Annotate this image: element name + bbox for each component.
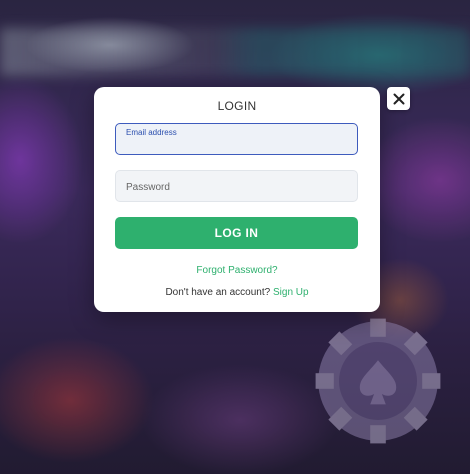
close-icon <box>393 93 404 104</box>
email-label: Email address <box>126 128 177 137</box>
poker-chip-spade-icon <box>315 318 441 444</box>
no-account-text: Don't have an account? <box>165 287 271 298</box>
close-button[interactable] <box>387 87 410 110</box>
password-field[interactable] <box>115 170 358 202</box>
login-modal: LOGIN Email address LOG IN Forgot Passwo… <box>94 87 380 312</box>
signup-row: Don't have an account? Sign Up <box>94 287 380 298</box>
email-field[interactable]: Email address <box>115 123 358 155</box>
email-input[interactable] <box>126 138 347 152</box>
blurred-banner <box>0 28 470 76</box>
modal-title: LOGIN <box>217 99 257 113</box>
login-button[interactable]: LOG IN <box>115 217 358 249</box>
forgot-password-link[interactable]: Forgot Password? <box>94 265 380 276</box>
signup-link[interactable]: Sign Up <box>273 287 309 298</box>
password-input[interactable] <box>126 179 347 195</box>
